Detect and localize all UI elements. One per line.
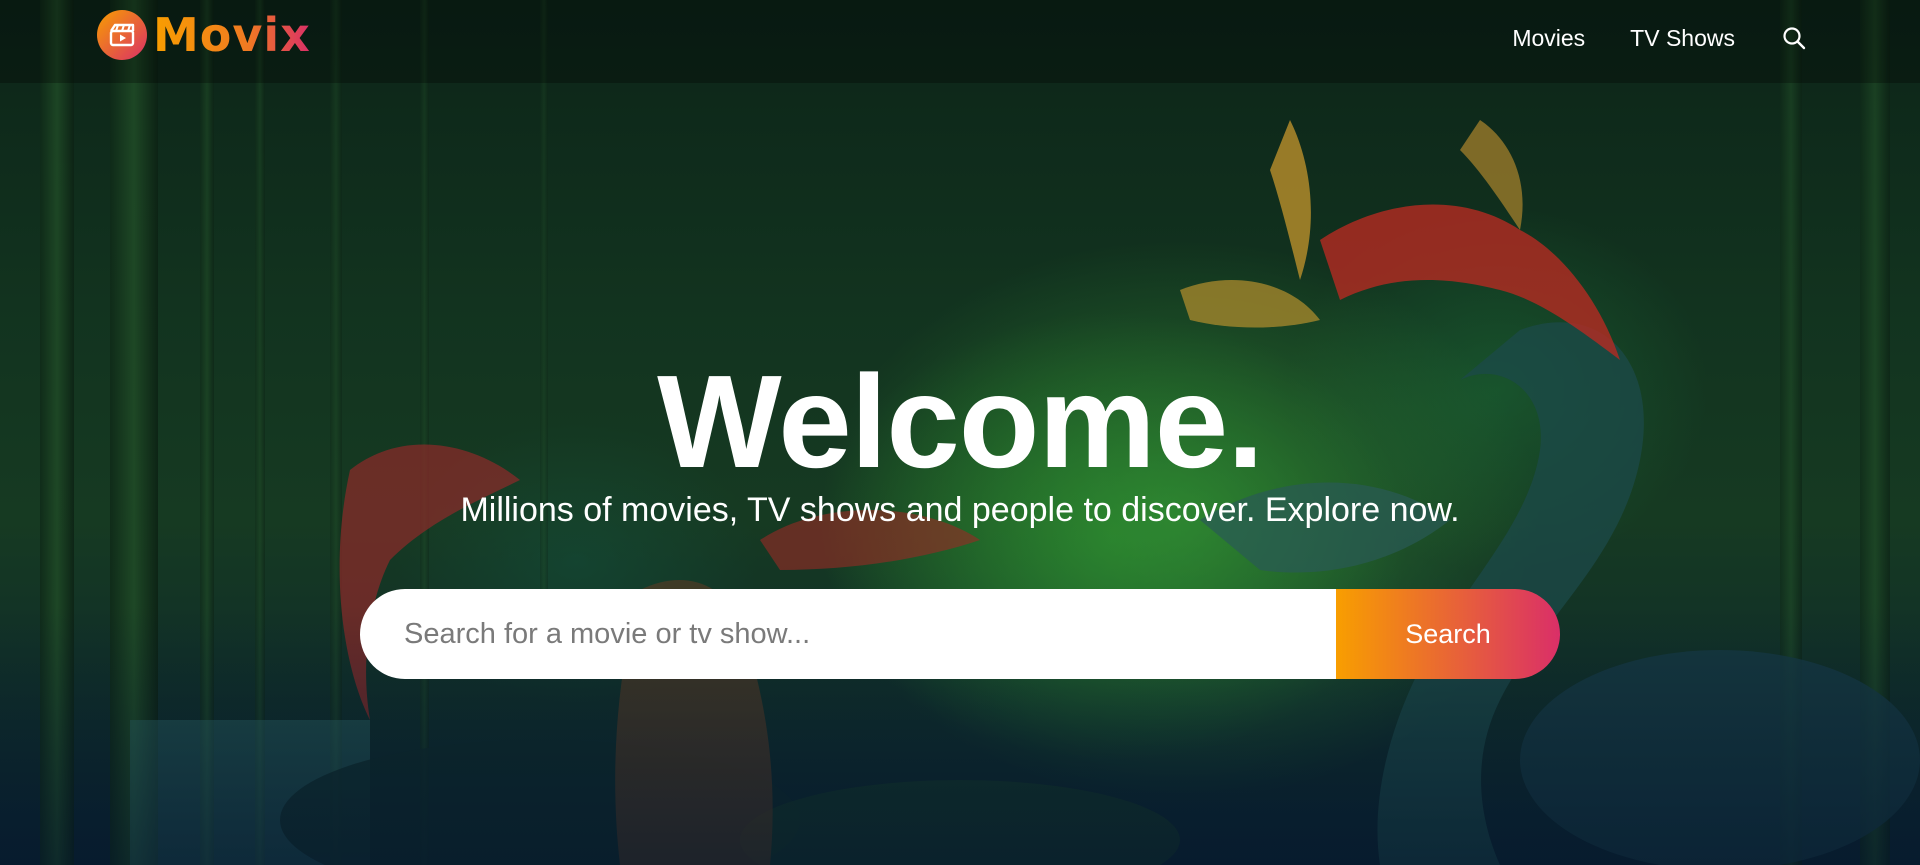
hero-search-bar: Search xyxy=(360,589,1560,679)
hero-section: Movix Movies TV Shows Welcome. Millions … xyxy=(0,0,1920,865)
hero-title: Welcome. xyxy=(657,348,1264,495)
search-icon[interactable] xyxy=(1780,24,1808,52)
main-nav: Movies TV Shows xyxy=(1467,0,1808,76)
nav-item-tv-shows[interactable]: TV Shows xyxy=(1630,25,1735,52)
hero-content: Welcome. Millions of movies, TV shows an… xyxy=(0,0,1920,865)
site-header: Movix Movies TV Shows xyxy=(0,0,1920,83)
logo-text: Movix xyxy=(153,8,311,62)
search-input[interactable] xyxy=(360,589,1336,679)
nav-item-movies[interactable]: Movies xyxy=(1512,25,1585,52)
hero-subtitle: Millions of movies, TV shows and people … xyxy=(460,491,1460,529)
clapperboard-play-icon xyxy=(97,10,147,60)
logo[interactable]: Movix xyxy=(97,9,311,61)
search-button[interactable]: Search xyxy=(1336,589,1560,679)
